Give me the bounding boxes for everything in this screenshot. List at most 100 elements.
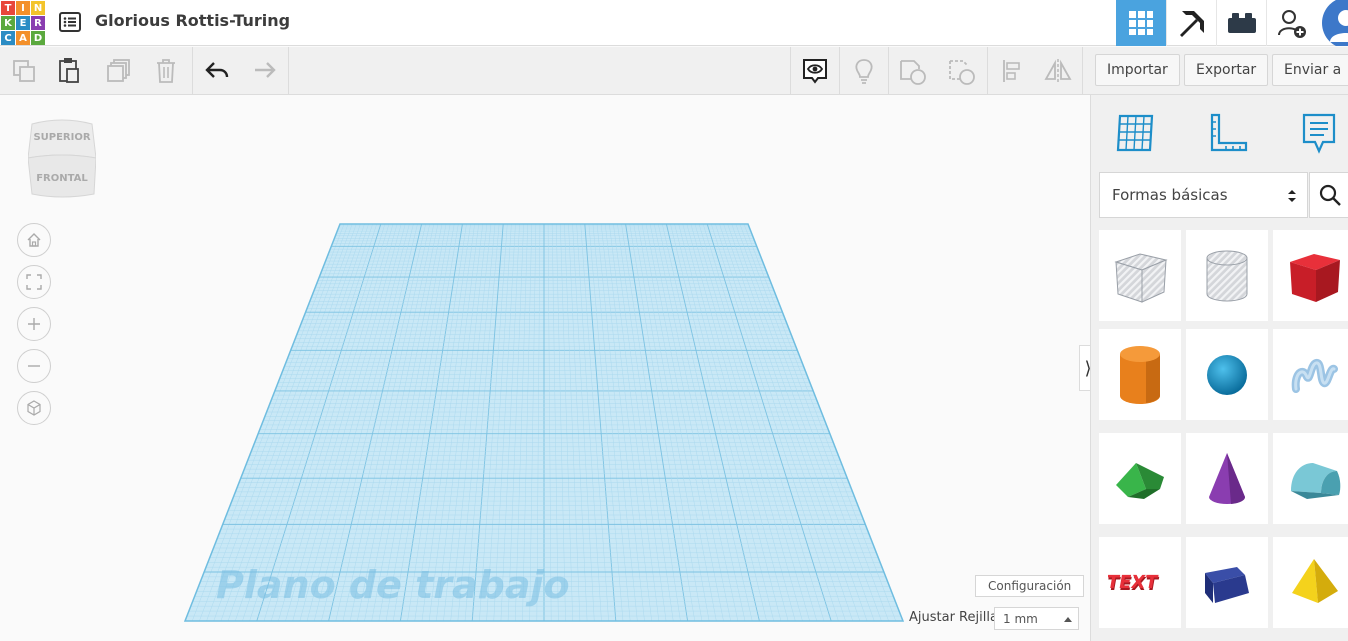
- import-button[interactable]: Importar: [1095, 54, 1180, 86]
- paste-button[interactable]: [45, 47, 93, 95]
- mirror-icon: [1044, 59, 1072, 83]
- logo-letter: K: [1, 16, 15, 30]
- redo-button[interactable]: [240, 47, 288, 95]
- notes-icon: [1302, 113, 1336, 154]
- shape-box-hole[interactable]: [1099, 230, 1181, 321]
- copy-button[interactable]: [0, 47, 48, 95]
- fit-icon: [26, 274, 42, 290]
- shape-box[interactable]: [1273, 230, 1348, 321]
- tab-workplane[interactable]: [1109, 107, 1161, 159]
- wedge-shape: [1205, 566, 1249, 603]
- undo-icon: [205, 62, 229, 78]
- shape-pyramid[interactable]: [1273, 537, 1348, 628]
- solid-button[interactable]: [889, 47, 937, 95]
- workplane-label: Plano de trabajo: [216, 563, 570, 607]
- logo-letter: A: [16, 31, 30, 45]
- scribble-shape: [1291, 358, 1338, 393]
- cylinder-shape: [1120, 345, 1160, 404]
- duplicate-button[interactable]: [95, 47, 143, 95]
- design-title[interactable]: Glorious Rottis-Turing: [95, 11, 290, 30]
- tab-notes[interactable]: [1293, 107, 1345, 159]
- shape-roof[interactable]: [1099, 433, 1181, 524]
- shape-sphere[interactable]: [1186, 329, 1268, 420]
- clipboard-icon: [59, 58, 79, 83]
- snap-grid-label: Ajustar Rejilla: [909, 610, 998, 625]
- shape-category-select[interactable]: Formas básicas: [1099, 172, 1308, 218]
- minecraft-mode-button[interactable]: [1166, 0, 1216, 46]
- notes-toggle-button[interactable]: [791, 47, 839, 95]
- send-to-button[interactable]: Enviar a: [1272, 54, 1348, 86]
- logo-letter: C: [1, 31, 15, 45]
- logo-letter: R: [31, 16, 45, 30]
- invite-user-button[interactable]: [1266, 0, 1316, 46]
- design-list-icon[interactable]: [58, 10, 82, 34]
- shape-cylinder[interactable]: [1099, 329, 1181, 420]
- home-view-button[interactable]: [17, 223, 51, 257]
- solid-shape-icon: [900, 60, 926, 85]
- bricks-mode-button[interactable]: [1216, 0, 1266, 46]
- shape-text[interactable]: TEXT TEXT: [1099, 537, 1181, 628]
- workplane-icon: [1116, 114, 1154, 152]
- brick-icon: [1227, 13, 1256, 33]
- shape-wedge[interactable]: [1186, 537, 1268, 628]
- delete-button[interactable]: [142, 47, 190, 95]
- zoom-out-button[interactable]: [17, 349, 51, 383]
- shape-cylinder-hole[interactable]: [1186, 230, 1268, 321]
- snap-grid-select[interactable]: 1 mm: [994, 607, 1079, 630]
- trash-icon: [157, 59, 175, 83]
- round-roof-shape: [1291, 462, 1341, 499]
- grid-view-button[interactable]: [1116, 0, 1166, 46]
- export-button[interactable]: Exportar: [1184, 54, 1269, 86]
- shape-round-roof[interactable]: [1273, 433, 1348, 524]
- zoom-in-button[interactable]: [17, 307, 51, 341]
- redo-icon: [255, 62, 276, 78]
- cone-shape: [1209, 452, 1246, 504]
- undo-button[interactable]: [193, 47, 241, 95]
- mirror-button[interactable]: [1034, 47, 1082, 95]
- box-shape: [1290, 253, 1340, 302]
- view-cube[interactable]: SUPERIOR FRONTAL: [27, 114, 97, 200]
- add-user-icon: [1277, 10, 1306, 38]
- logo-letter: D: [31, 31, 45, 45]
- projection-button[interactable]: [17, 391, 51, 425]
- align-icon: [1003, 60, 1020, 82]
- select-arrows-icon: [1288, 190, 1296, 202]
- svg-text:TEXT: TEXT: [1108, 572, 1160, 593]
- pyramid-shape: [1292, 558, 1338, 603]
- cylinder-hole-shape: [1206, 250, 1248, 301]
- top-bar: T I N K E R C A D Glorious Rottis-Turing: [0, 0, 1348, 46]
- shape-scribble[interactable]: [1273, 329, 1348, 420]
- logo-letter: N: [31, 1, 45, 15]
- align-button[interactable]: [988, 47, 1036, 95]
- edit-toolbar: Importar Exportar Enviar a: [0, 47, 1348, 95]
- ruler-icon: [1210, 113, 1248, 152]
- logo-letter: T: [1, 1, 15, 15]
- view-cube-top-label[interactable]: SUPERIOR: [28, 132, 96, 143]
- plus-icon: [28, 318, 40, 330]
- roof-shape: [1116, 462, 1164, 499]
- hole-button[interactable]: [938, 47, 986, 95]
- home-icon: [27, 233, 41, 247]
- copy-icon: [13, 60, 35, 82]
- box-hole-shape: [1114, 252, 1168, 303]
- tinkercad-logo[interactable]: T I N K E R C A D: [0, 0, 45, 45]
- caret-up-icon: [1064, 617, 1072, 622]
- minus-icon: [28, 365, 40, 367]
- fit-view-button[interactable]: [17, 265, 51, 299]
- pickaxe-icon: [1179, 11, 1204, 37]
- shape-cone[interactable]: [1186, 433, 1268, 524]
- hole-shape-icon: [949, 60, 975, 85]
- hints-button[interactable]: [840, 47, 888, 95]
- logo-letter: E: [16, 16, 30, 30]
- shape-search-button[interactable]: [1309, 172, 1348, 218]
- shape-category-value: Formas básicas: [1112, 186, 1228, 204]
- workplane-settings-button[interactable]: Configuración: [975, 575, 1085, 597]
- grid-view-icon: [1129, 11, 1153, 35]
- shapes-panel: Formas básicas TEXT TEXT: [1090, 95, 1348, 641]
- tab-ruler[interactable]: [1201, 107, 1253, 159]
- view-cube-front-label[interactable]: FRONTAL: [28, 173, 96, 184]
- logo-letter: I: [16, 1, 30, 15]
- sphere-shape: [1207, 354, 1247, 395]
- user-avatar[interactable]: [1316, 0, 1348, 46]
- duplicate-icon: [107, 59, 130, 82]
